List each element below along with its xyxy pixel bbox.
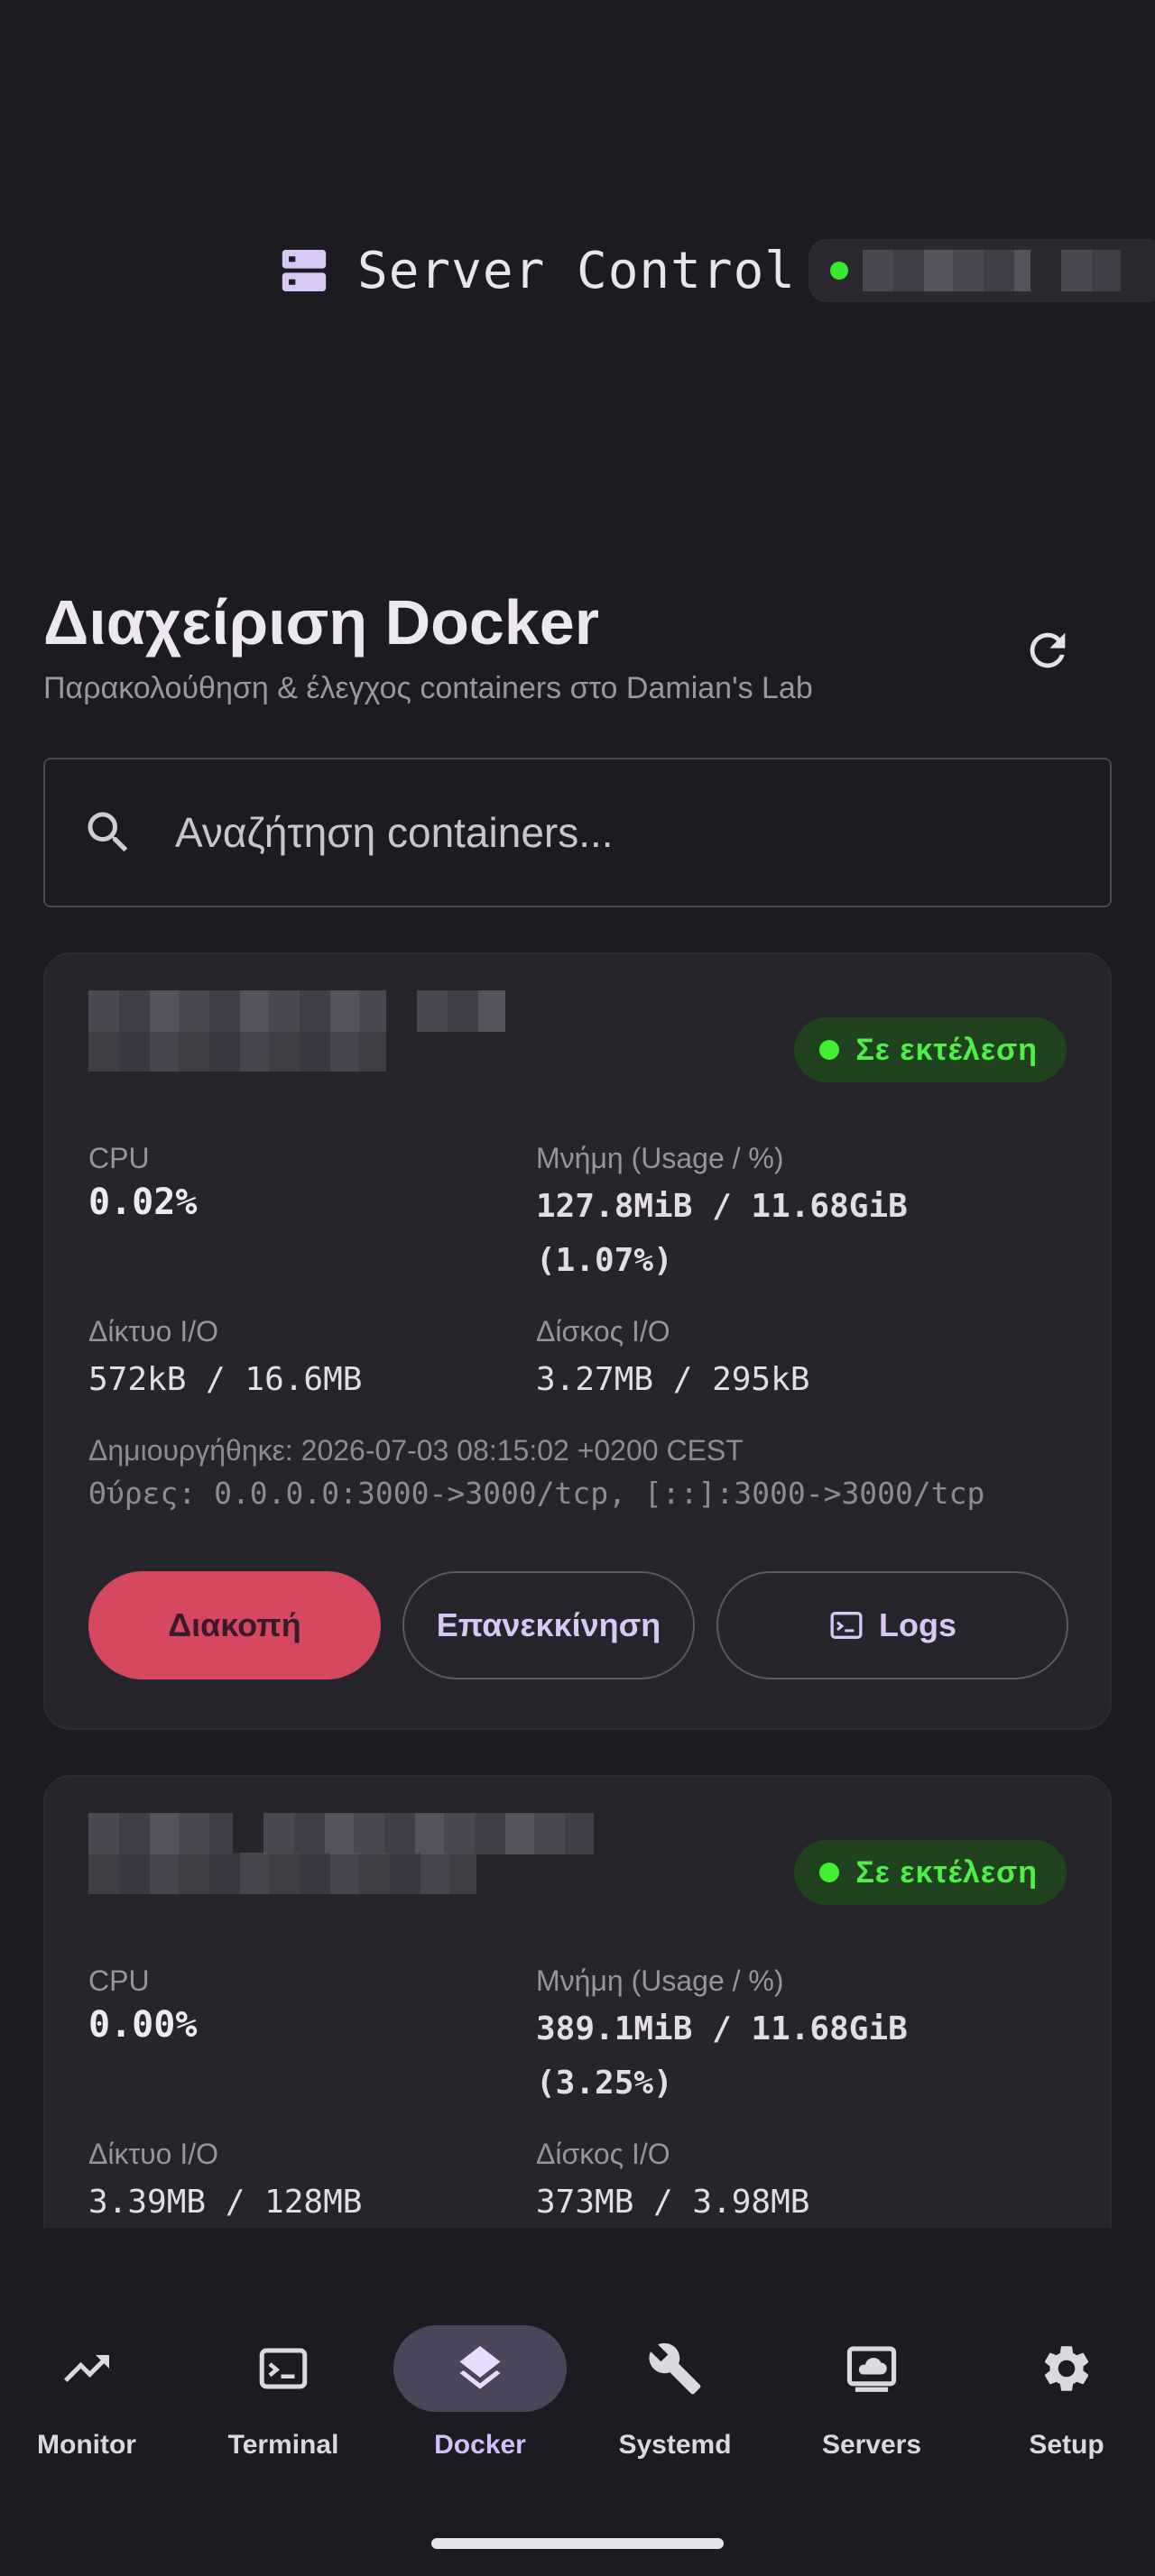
page-title: Διαχείριση Docker: [43, 587, 599, 658]
cpu-value: 0.00%: [88, 2004, 198, 2046]
cpu-label: CPU: [88, 1964, 150, 1997]
container-card: Σε εκτέλεση CPU 0.02% Μνήμη (Usage / %) …: [43, 952, 1112, 1730]
network-io-label: Δίκτυο I/O: [88, 2138, 218, 2170]
memory-percent: (1.07%): [536, 1242, 673, 1279]
disk-io-label: Δίσκος I/O: [536, 1315, 670, 1348]
disk-io-value: 3.27MB / 295kB: [536, 1361, 810, 1398]
nav-systemd[interactable]: Systemd: [585, 2325, 765, 2506]
memory-label: Μνήμη (Usage / %): [536, 1142, 784, 1174]
memory-percent: (3.25%): [536, 2065, 673, 2102]
memory-usage: 127.8MiB / 11.68GiB: [536, 1188, 908, 1225]
ports: Θύρες: 0.0.0.0:3000->3000/tcp, [::]:3000…: [88, 1476, 985, 1511]
disk-io-label: Δίσκος I/O: [536, 2138, 670, 2170]
cpu-value: 0.02%: [88, 1182, 198, 1223]
logs-button[interactable]: Logs: [716, 1571, 1068, 1679]
host-status-chip[interactable]: [808, 239, 1155, 302]
nav-setup[interactable]: Setup: [976, 2325, 1155, 2506]
status-badge: Σε εκτέλεση: [794, 1017, 1067, 1082]
created-at: Δημιουργήθηκε: 2026-07-03 08:15:02 +0200…: [88, 1434, 744, 1467]
server-icon: [282, 250, 327, 291]
memory-label: Μνήμη (Usage / %): [536, 1964, 784, 1997]
search-input[interactable]: [175, 808, 1041, 857]
gear-icon: [1044, 2346, 1089, 2391]
nav-monitor[interactable]: Monitor: [0, 2325, 177, 2506]
page-subtitle: Παρακολούθηση & έλεγχος containers στο D…: [43, 671, 813, 705]
cpu-label: CPU: [88, 1142, 150, 1174]
wrench-icon: [649, 2342, 701, 2395]
network-io-value: 572kB / 16.6MB: [88, 1361, 363, 1398]
trending-up-icon: [64, 2355, 109, 2382]
terminal-icon: [830, 1612, 863, 1639]
container-card: Σε εκτέλεση CPU 0.00% Μνήμη (Usage / %) …: [43, 1775, 1112, 2228]
refresh-icon: [1030, 632, 1066, 668]
nav-servers[interactable]: Servers: [781, 2325, 962, 2506]
running-status-dot: [819, 1863, 840, 1882]
memory-usage: 389.1MiB / 11.68GiB: [536, 2010, 908, 2047]
host-name-redacted: [863, 250, 1122, 291]
cloud-server-icon: [846, 2346, 897, 2392]
home-indicator[interactable]: [431, 2538, 724, 2549]
app-bar: Server Control: [0, 225, 1155, 316]
terminal-icon: [259, 2348, 308, 2389]
network-io-label: Δίκτυο I/O: [88, 1315, 218, 1348]
network-io-value: 3.39MB / 128MB: [88, 2184, 363, 2221]
status-badge: Σε εκτέλεση: [794, 1840, 1067, 1905]
bottom-navigation: Monitor Terminal Docker Systemd Servers …: [0, 2228, 1155, 2576]
disk-io-value: 373MB / 3.98MB: [536, 2184, 810, 2221]
refresh-button[interactable]: [1011, 613, 1085, 687]
search-field[interactable]: [43, 758, 1112, 907]
stop-button[interactable]: Διακοπή: [88, 1571, 381, 1679]
layers-icon: [459, 2346, 501, 2389]
search-icon: [88, 812, 128, 852]
running-status-dot: [819, 1040, 840, 1060]
container-name-redacted: [88, 1813, 594, 1894]
nav-docker[interactable]: Docker: [390, 2325, 570, 2506]
online-status-dot: [830, 262, 849, 280]
containers-list[interactable]: Σε εκτέλεση CPU 0.02% Μνήμη (Usage / %) …: [43, 952, 1112, 2228]
restart-button[interactable]: Επανεκκίνηση: [402, 1571, 695, 1679]
app-title: Server Control: [357, 241, 797, 300]
container-name-redacted: [88, 990, 505, 1072]
nav-terminal[interactable]: Terminal: [193, 2325, 374, 2506]
